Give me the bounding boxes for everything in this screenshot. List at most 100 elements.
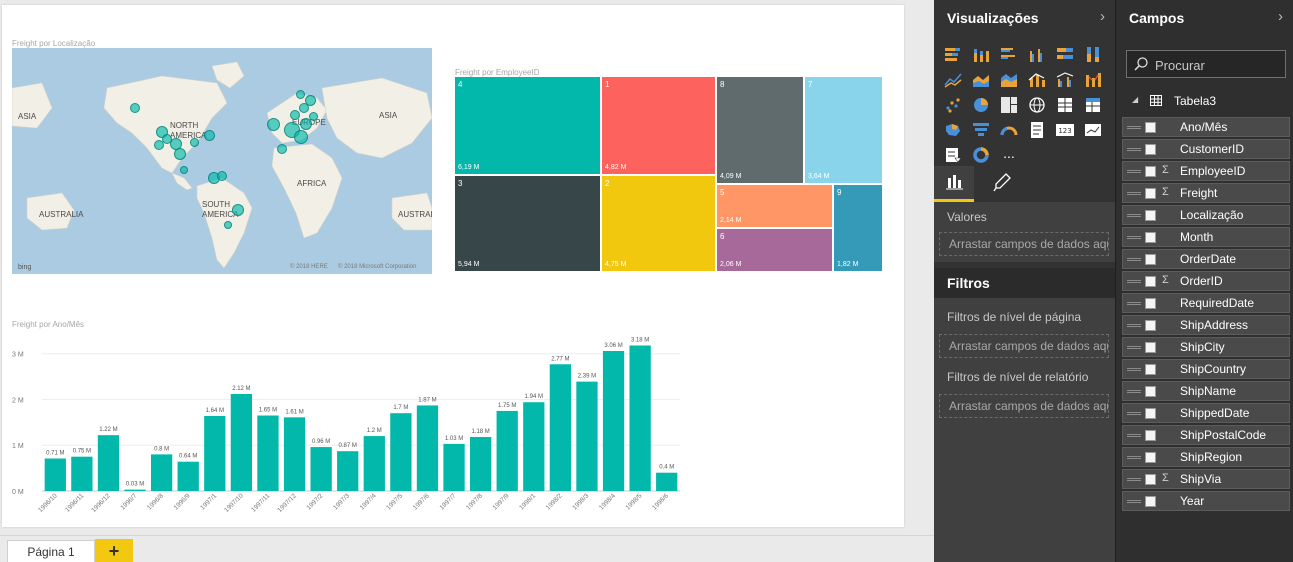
bar[interactable] xyxy=(204,415,226,491)
scatter-chart-icon[interactable] xyxy=(943,95,963,115)
drag-handle-icon[interactable] xyxy=(1127,170,1141,173)
map-visual[interactable]: ASIA NORTH AMERICA EUROPE ASIA AFRICA SO… xyxy=(12,48,432,274)
field-item[interactable]: Σ Freight xyxy=(1122,183,1290,203)
treemap-cell-8[interactable]: 8 4,09 M xyxy=(717,77,803,183)
bar[interactable] xyxy=(44,458,66,491)
bar[interactable] xyxy=(416,405,439,491)
drag-handle-icon[interactable] xyxy=(1127,412,1141,415)
page-tab-1[interactable]: Página 1 xyxy=(7,540,95,562)
map-bubble[interactable] xyxy=(232,204,244,216)
more-visuals-icon[interactable]: ... xyxy=(999,145,1019,165)
collapse-visualizations-icon[interactable]: › xyxy=(1100,8,1105,25)
drag-handle-icon[interactable] xyxy=(1127,192,1141,195)
field-item[interactable]: Σ EmployeeID xyxy=(1122,161,1290,181)
clustered-column-chart-icon[interactable] xyxy=(1027,45,1047,65)
kpi-icon[interactable] xyxy=(1083,120,1103,140)
bar[interactable] xyxy=(523,402,545,491)
fields-tab[interactable] xyxy=(934,166,974,202)
field-item[interactable]: Month xyxy=(1122,227,1290,247)
map-bubble[interactable] xyxy=(180,166,188,174)
bar[interactable] xyxy=(283,417,306,491)
field-checkbox[interactable] xyxy=(1145,254,1156,265)
bar[interactable] xyxy=(656,472,678,491)
drag-handle-icon[interactable] xyxy=(1127,280,1141,283)
pie-chart-icon[interactable] xyxy=(971,95,991,115)
field-checkbox[interactable] xyxy=(1145,386,1156,397)
bar[interactable] xyxy=(150,454,173,491)
bar[interactable] xyxy=(390,413,412,491)
field-checkbox[interactable] xyxy=(1145,232,1156,243)
field-checkbox[interactable] xyxy=(1145,298,1156,309)
100-stacked-bar-chart-icon[interactable] xyxy=(1055,45,1075,65)
drag-handle-icon[interactable] xyxy=(1127,302,1141,305)
donut-chart-icon[interactable] xyxy=(971,145,991,165)
drag-handle-icon[interactable] xyxy=(1127,346,1141,349)
map-bubble[interactable] xyxy=(154,140,164,150)
field-item[interactable]: Σ ShipVia xyxy=(1122,469,1290,489)
field-item[interactable]: Localização xyxy=(1122,205,1290,225)
field-checkbox[interactable] xyxy=(1145,430,1156,441)
map-bubble[interactable] xyxy=(204,130,215,141)
field-item[interactable]: OrderDate xyxy=(1122,249,1290,269)
field-checkbox[interactable] xyxy=(1145,342,1156,353)
field-item[interactable]: ShipCountry xyxy=(1122,359,1290,379)
drag-handle-icon[interactable] xyxy=(1127,456,1141,459)
bar[interactable] xyxy=(97,435,120,491)
drag-handle-icon[interactable] xyxy=(1127,126,1141,129)
add-page-button[interactable]: + xyxy=(95,539,133,562)
expand-caret-icon[interactable]: ◢ xyxy=(1132,95,1138,104)
field-item[interactable]: ShipRegion xyxy=(1122,447,1290,467)
report-filters-drop-zone[interactable]: Arrastar campos de dados aqui xyxy=(939,394,1109,418)
ribbon-chart-icon[interactable] xyxy=(1083,70,1103,90)
stacked-column-chart-icon[interactable] xyxy=(971,45,991,65)
treemap-cell-7[interactable]: 7 3,64 M xyxy=(805,77,882,183)
field-item[interactable]: ShipPostalCode xyxy=(1122,425,1290,445)
bar[interactable] xyxy=(230,393,253,491)
field-checkbox[interactable] xyxy=(1145,452,1156,463)
slicer-icon[interactable] xyxy=(943,145,963,165)
bar[interactable] xyxy=(549,364,572,491)
field-checkbox[interactable] xyxy=(1145,408,1156,419)
bar[interactable] xyxy=(602,350,625,491)
bar[interactable] xyxy=(576,381,598,491)
bar[interactable] xyxy=(124,489,146,491)
drag-handle-icon[interactable] xyxy=(1127,258,1141,261)
field-item[interactable]: ShippedDate xyxy=(1122,403,1290,423)
field-checkbox[interactable] xyxy=(1145,144,1156,155)
drag-handle-icon[interactable] xyxy=(1127,478,1141,481)
line-and-clustered-column-icon[interactable] xyxy=(1055,70,1075,90)
bar[interactable] xyxy=(71,456,93,491)
field-item[interactable]: ShipName xyxy=(1122,381,1290,401)
field-item[interactable]: CustomerID xyxy=(1122,139,1290,159)
bar-chart-visual[interactable]: 0 M 1 M 2 M 3 M 0.71 M 1996/10 0.75 M 1996/11 1.… xyxy=(12,330,682,530)
bar[interactable] xyxy=(310,447,332,491)
stacked-area-chart-icon[interactable] xyxy=(999,70,1019,90)
drag-handle-icon[interactable] xyxy=(1127,214,1141,217)
treemap-cell-1[interactable]: 1 4,82 M xyxy=(602,77,715,174)
bar[interactable] xyxy=(443,443,465,491)
page-filters-drop-zone[interactable]: Arrastar campos de dados aqui xyxy=(939,334,1109,358)
map-bubble[interactable] xyxy=(290,110,300,120)
treemap-visual[interactable]: 4 6,19 M 1 4,82 M 8 4,09 M 7 3,64 M 3 5,… xyxy=(455,77,882,271)
treemap-icon[interactable] xyxy=(999,95,1019,115)
map-bubble[interactable] xyxy=(190,138,199,147)
field-checkbox[interactable] xyxy=(1145,320,1156,331)
multi-row-card-icon[interactable] xyxy=(1027,120,1047,140)
table-icon[interactable] xyxy=(1055,95,1075,115)
bar[interactable] xyxy=(363,436,385,491)
drag-handle-icon[interactable] xyxy=(1127,236,1141,239)
map-bubble[interactable] xyxy=(130,103,140,113)
map-bubble[interactable] xyxy=(224,221,232,229)
bar[interactable] xyxy=(257,415,279,492)
map-bubble[interactable] xyxy=(309,112,318,121)
clustered-bar-chart-icon[interactable] xyxy=(999,45,1019,65)
treemap-cell-3[interactable]: 3 5,94 M xyxy=(455,176,600,271)
treemap-cell-6[interactable]: 6 2,06 M xyxy=(717,229,832,271)
matrix-icon[interactable] xyxy=(1083,95,1103,115)
line-and-stacked-column-icon[interactable] xyxy=(1027,70,1047,90)
report-page[interactable]: Freight por Localização ASIA NORTH AMERI… xyxy=(2,5,904,527)
field-checkbox[interactable] xyxy=(1145,188,1156,199)
drag-handle-icon[interactable] xyxy=(1127,368,1141,371)
field-checkbox[interactable] xyxy=(1145,364,1156,375)
map-bubble[interactable] xyxy=(305,95,316,106)
